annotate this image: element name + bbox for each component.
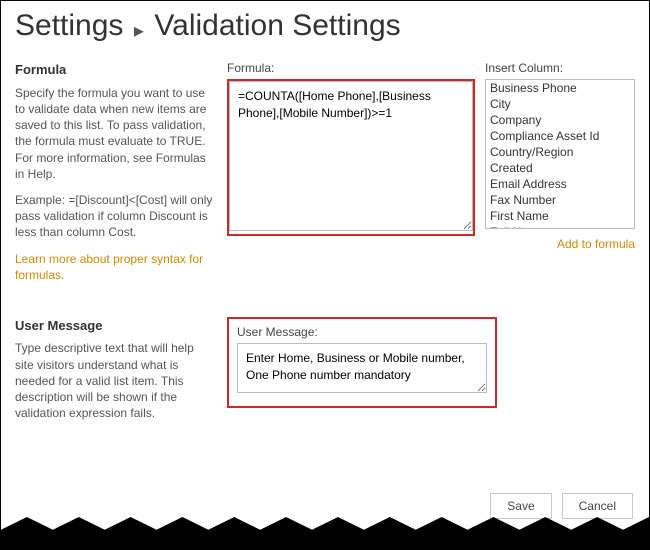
torn-edge-decoration (1, 517, 649, 549)
column-option[interactable]: Business Phone (486, 80, 634, 96)
column-option[interactable]: First Name (486, 208, 634, 224)
insert-column-label: Insert Column: (485, 61, 635, 75)
column-option[interactable]: Country/Region (486, 144, 634, 160)
chevron-right-icon: ▸ (134, 18, 144, 43)
page-title: Validation Settings (154, 9, 400, 42)
column-option[interactable]: Company (486, 112, 634, 128)
column-option[interactable]: City (486, 96, 634, 112)
message-field-label: User Message: (237, 325, 487, 339)
formula-desc-2: Example: =[Discount]<[Cost] will only pa… (15, 192, 215, 241)
formula-input[interactable] (229, 81, 473, 231)
column-option[interactable]: Created (486, 160, 634, 176)
button-bar: Save Cancel (490, 493, 633, 519)
message-help-pane: User Message Type descriptive text that … (15, 317, 215, 431)
message-heading: User Message (15, 317, 215, 335)
formula-desc-1: Specify the formula you want to use to v… (15, 85, 215, 182)
insert-column-listbox[interactable]: Business PhoneCityCompanyCompliance Asse… (485, 79, 635, 229)
column-option[interactable]: Full Name (486, 224, 634, 229)
formula-help-pane: Formula Specify the formula you want to … (15, 61, 215, 283)
column-option[interactable]: Fax Number (486, 192, 634, 208)
column-option[interactable]: Compliance Asset Id (486, 128, 634, 144)
user-message-input[interactable] (237, 343, 487, 393)
add-to-formula-link[interactable]: Add to formula (557, 237, 635, 251)
save-button[interactable]: Save (490, 493, 551, 519)
formula-syntax-link[interactable]: Learn more about proper syntax for formu… (15, 252, 203, 282)
breadcrumb-root[interactable]: Settings (15, 9, 123, 42)
formula-field-label: Formula: (227, 61, 475, 75)
message-desc: Type descriptive text that will help sit… (15, 340, 215, 421)
formula-heading: Formula (15, 61, 215, 79)
column-option[interactable]: Email Address (486, 176, 634, 192)
page-header: Settings ▸ Validation Settings (1, 1, 649, 61)
cancel-button[interactable]: Cancel (562, 493, 633, 519)
